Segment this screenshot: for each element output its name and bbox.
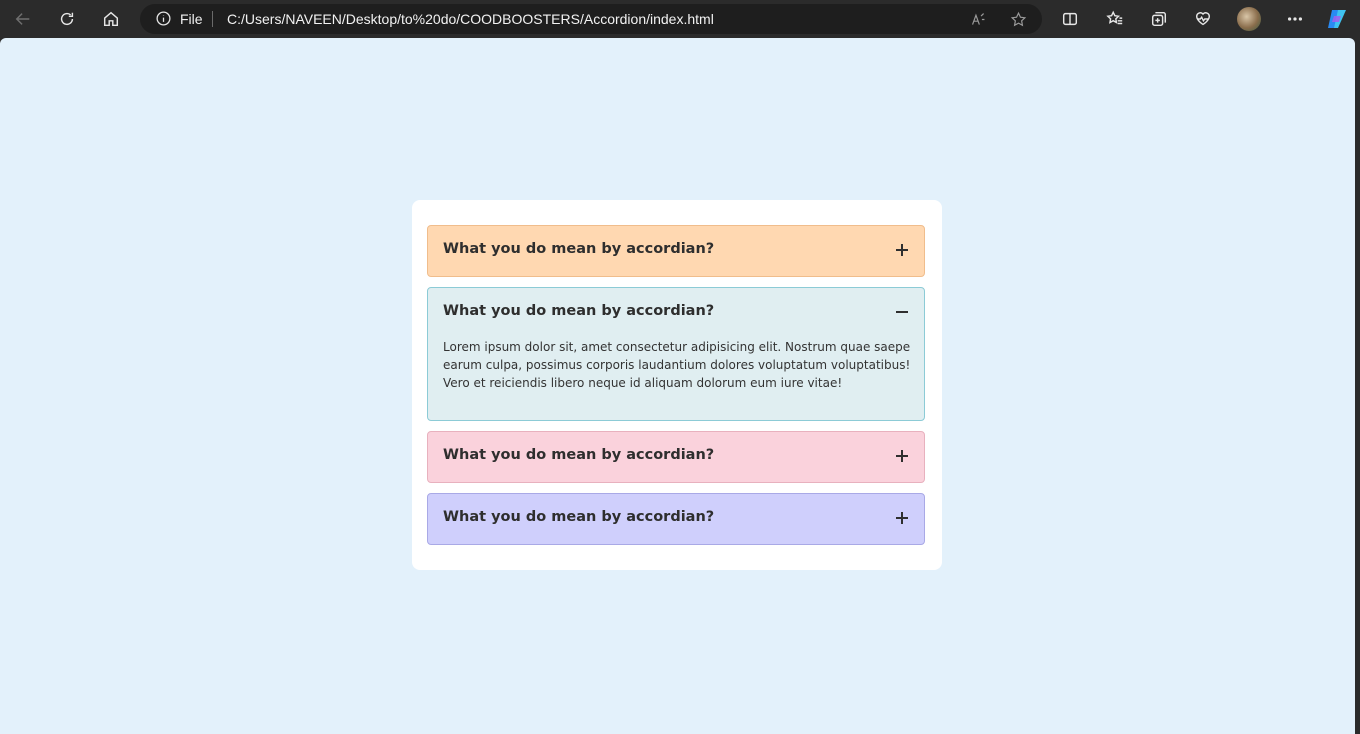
address-prefix: File bbox=[180, 11, 203, 27]
plus-icon[interactable] bbox=[894, 448, 910, 464]
favorite-star-icon[interactable] bbox=[1008, 9, 1028, 29]
accordion-answer: Lorem ipsum dolor sit, amet consectetur … bbox=[443, 340, 911, 390]
accordion-card: What you do mean by accordian? What you … bbox=[412, 200, 942, 570]
minus-icon[interactable] bbox=[894, 304, 910, 320]
more-options-icon[interactable] bbox=[1281, 5, 1309, 33]
plus-icon[interactable] bbox=[894, 510, 910, 526]
address-bar[interactable]: File C:/Users/NAVEEN/Desktop/to%20do/COO… bbox=[140, 4, 1042, 34]
info-icon[interactable] bbox=[155, 10, 173, 28]
accordion-item-3[interactable]: What you do mean by accordian? bbox=[427, 431, 925, 483]
accordion-question: What you do mean by accordian? bbox=[443, 509, 715, 525]
page-viewport: What you do mean by accordian? What you … bbox=[0, 38, 1355, 734]
accordion-question: What you do mean by accordian? bbox=[443, 447, 715, 463]
address-separator bbox=[212, 11, 213, 27]
accordion-item-4[interactable]: What you do mean by accordian? bbox=[427, 493, 925, 545]
collections-icon[interactable] bbox=[1145, 5, 1173, 33]
home-icon[interactable] bbox=[97, 5, 125, 33]
window-edge bbox=[1355, 38, 1360, 734]
accordion-question: What you do mean by accordian? bbox=[443, 241, 715, 257]
accordion-item-1[interactable]: What you do mean by accordian? bbox=[427, 225, 925, 277]
accordion-item-2[interactable]: What you do mean by accordian? Lorem ips… bbox=[427, 287, 925, 421]
back-icon[interactable] bbox=[9, 5, 37, 33]
favorites-icon[interactable] bbox=[1101, 5, 1129, 33]
browser-toolbar: File C:/Users/NAVEEN/Desktop/to%20do/COO… bbox=[0, 0, 1360, 38]
copilot-icon[interactable] bbox=[1325, 7, 1349, 31]
profile-avatar[interactable] bbox=[1237, 7, 1261, 31]
read-aloud-icon[interactable] bbox=[968, 9, 988, 29]
split-screen-icon[interactable] bbox=[1056, 5, 1084, 33]
accordion-question: What you do mean by accordian? bbox=[443, 303, 715, 319]
address-url[interactable]: C:/Users/NAVEEN/Desktop/to%20do/COODBOOS… bbox=[227, 11, 714, 27]
plus-icon[interactable] bbox=[894, 242, 910, 258]
browser-essentials-icon[interactable] bbox=[1189, 5, 1217, 33]
refresh-icon[interactable] bbox=[53, 5, 81, 33]
